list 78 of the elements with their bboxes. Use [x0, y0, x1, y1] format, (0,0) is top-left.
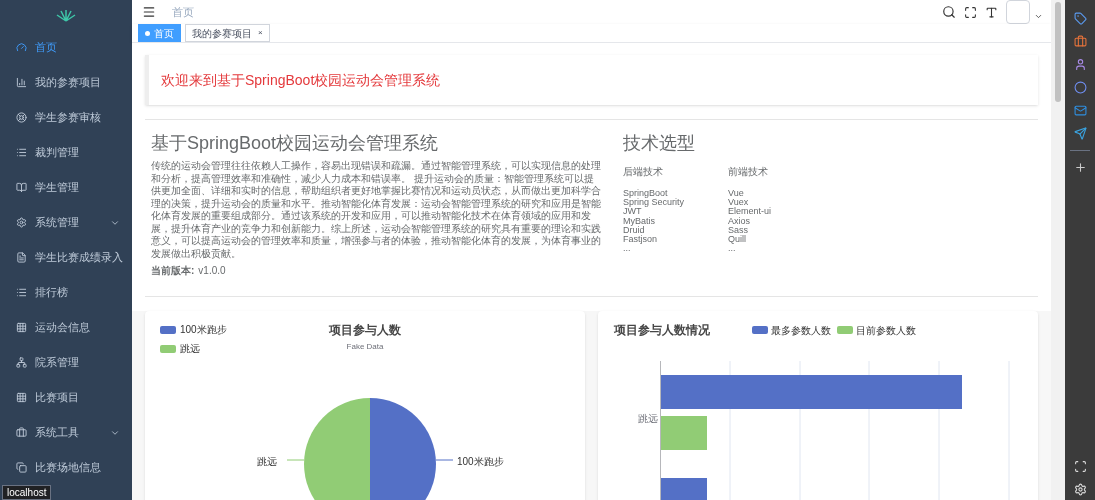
circle-icon[interactable]: [1073, 81, 1087, 94]
intro-paragraph: 传统的运动会管理往往依赖人工操作，容易出现错误和疏漏。通过智能管理系统，可以实现信息的处理和分析，提高管理效率和准确性，减少人力成本和错误率。 提升运动会的质量：智能管理系统可以提供更加全面、详细和实时的信息，帮助组织者更好地掌握比赛情况和运动员状态，从而做出更加科学合理的决策，提升运动会的质量和水平。推动智能化体育发展：运动会智能管理系统的研究和应用是智能化体育发展的重要组成部分。通过该系统的开发和应用，可以推动智能化技术在体育领域的应用和发展，提升体育产业的竞争力和创新能力。综上所述，运动会智能管理系统的研究具有重要的理论和实践意义，可以提高运动会的管理效率和质量，增强参与者的体验，推动智能化体育的发展，为体育事业的发展做出积极贡献。: [151, 160, 601, 260]
copy-icon: [16, 462, 27, 473]
sidebar-item[interactable]: 运动会信息: [0, 310, 132, 345]
add-icon[interactable]: [1073, 161, 1087, 174]
tech-item: SpringBoot: [623, 189, 668, 199]
tech-item: Druid: [623, 225, 645, 235]
tech-item: ...: [623, 244, 631, 254]
slice-label: 100米跑步: [457, 455, 504, 469]
chart-title: 项目参与人数情况: [614, 322, 711, 339]
logo-icon: [56, 8, 76, 22]
axis-label: 跳远: [638, 412, 658, 426]
mail-icon[interactable]: [1073, 104, 1087, 117]
sidebar-item[interactable]: 我的参赛项目: [0, 65, 132, 100]
sidebar-item[interactable]: 比赛项目: [0, 380, 132, 415]
document-icon: [16, 252, 27, 263]
tech-item: Sass: [728, 225, 749, 235]
scrollbar-thumb[interactable]: [1055, 2, 1061, 102]
tech-item: Fastjson: [623, 235, 658, 245]
tech-item: Quill: [728, 235, 747, 245]
briefcase-icon[interactable]: [1073, 35, 1087, 48]
tech-title: 技术选型: [623, 132, 696, 154]
sidebar-item[interactable]: 学生参赛审核: [0, 100, 132, 135]
tech-item: MyBatis: [623, 216, 656, 226]
book-icon: [16, 182, 27, 193]
tech-item: Vue: [728, 189, 745, 199]
close-icon[interactable]: ×: [258, 27, 263, 39]
tech-item: ...: [728, 244, 736, 254]
chart-title: 项目参与人数: [329, 322, 401, 339]
welcome-banner: 欢迎来到基于SpringBoot校园运动会管理系统: [145, 55, 1038, 105]
send-icon[interactable]: [1073, 127, 1087, 140]
chart-subtitle: Fake Data: [346, 341, 384, 353]
version-label: 当前版本:: [151, 264, 195, 278]
version-value: v1.0.0: [198, 264, 226, 278]
briefcase-icon: [16, 427, 27, 438]
sidebar-item[interactable]: 系统管理: [0, 205, 132, 240]
fullscreen-icon[interactable]: [964, 5, 977, 19]
person-icon[interactable]: [1073, 58, 1087, 71]
grid-icon: [16, 322, 27, 333]
column-heading: 后端技术: [623, 165, 664, 179]
sidebar-item[interactable]: 学生比赛成绩录入: [0, 240, 132, 275]
leader-line: [286, 459, 305, 461]
settings-icon[interactable]: [1073, 483, 1087, 496]
ring-icon: [16, 112, 27, 123]
sidebar-item[interactable]: 系统工具: [0, 415, 132, 450]
tech-item: JWT: [623, 207, 642, 217]
tag-tab[interactable]: 我的参赛项目 ×: [185, 24, 270, 42]
slice-label: 跳远: [257, 455, 277, 469]
intro-title: 基于SpringBoot校园运动会管理系统: [151, 132, 440, 154]
grid-icon: [16, 392, 27, 403]
search-icon[interactable]: [942, 5, 956, 19]
sidebar-item[interactable]: 学生管理: [0, 170, 132, 205]
list-icon: [16, 147, 27, 158]
hierarchy-icon: [16, 357, 27, 368]
tech-item: Element-ui: [728, 207, 773, 217]
list-icon: [16, 287, 27, 298]
tech-item: Vuex: [728, 198, 749, 208]
screenshot-icon[interactable]: [1073, 460, 1087, 473]
sidebar-item[interactable]: 排行榜: [0, 275, 132, 310]
gauge-icon: [16, 42, 27, 53]
sidebar-item[interactable]: 比赛场地信息: [0, 450, 132, 485]
tag-icon[interactable]: [1073, 12, 1087, 25]
sidebar-item[interactable]: 院系管理: [0, 345, 132, 380]
menu-icon[interactable]: [142, 5, 156, 19]
sidebar-item[interactable]: 裁判管理: [0, 135, 132, 170]
legend-label: 最多参数人数: [771, 323, 831, 338]
legend-label: 100米跑步: [180, 323, 227, 337]
bar-chart-icon: [16, 77, 27, 88]
legend-label: 跳远: [180, 342, 200, 356]
gear-icon: [16, 217, 27, 228]
column-heading: 前端技术: [728, 165, 769, 179]
tech-item: Spring Security: [623, 198, 686, 208]
tech-item: Axios: [728, 216, 751, 226]
text-size-icon[interactable]: [985, 5, 998, 19]
legend-label: 目前参数人数: [856, 323, 916, 338]
tooltip: localhost: [2, 485, 52, 500]
leader-line: [435, 459, 454, 461]
sidebar-item[interactable]: 首页: [0, 30, 132, 65]
